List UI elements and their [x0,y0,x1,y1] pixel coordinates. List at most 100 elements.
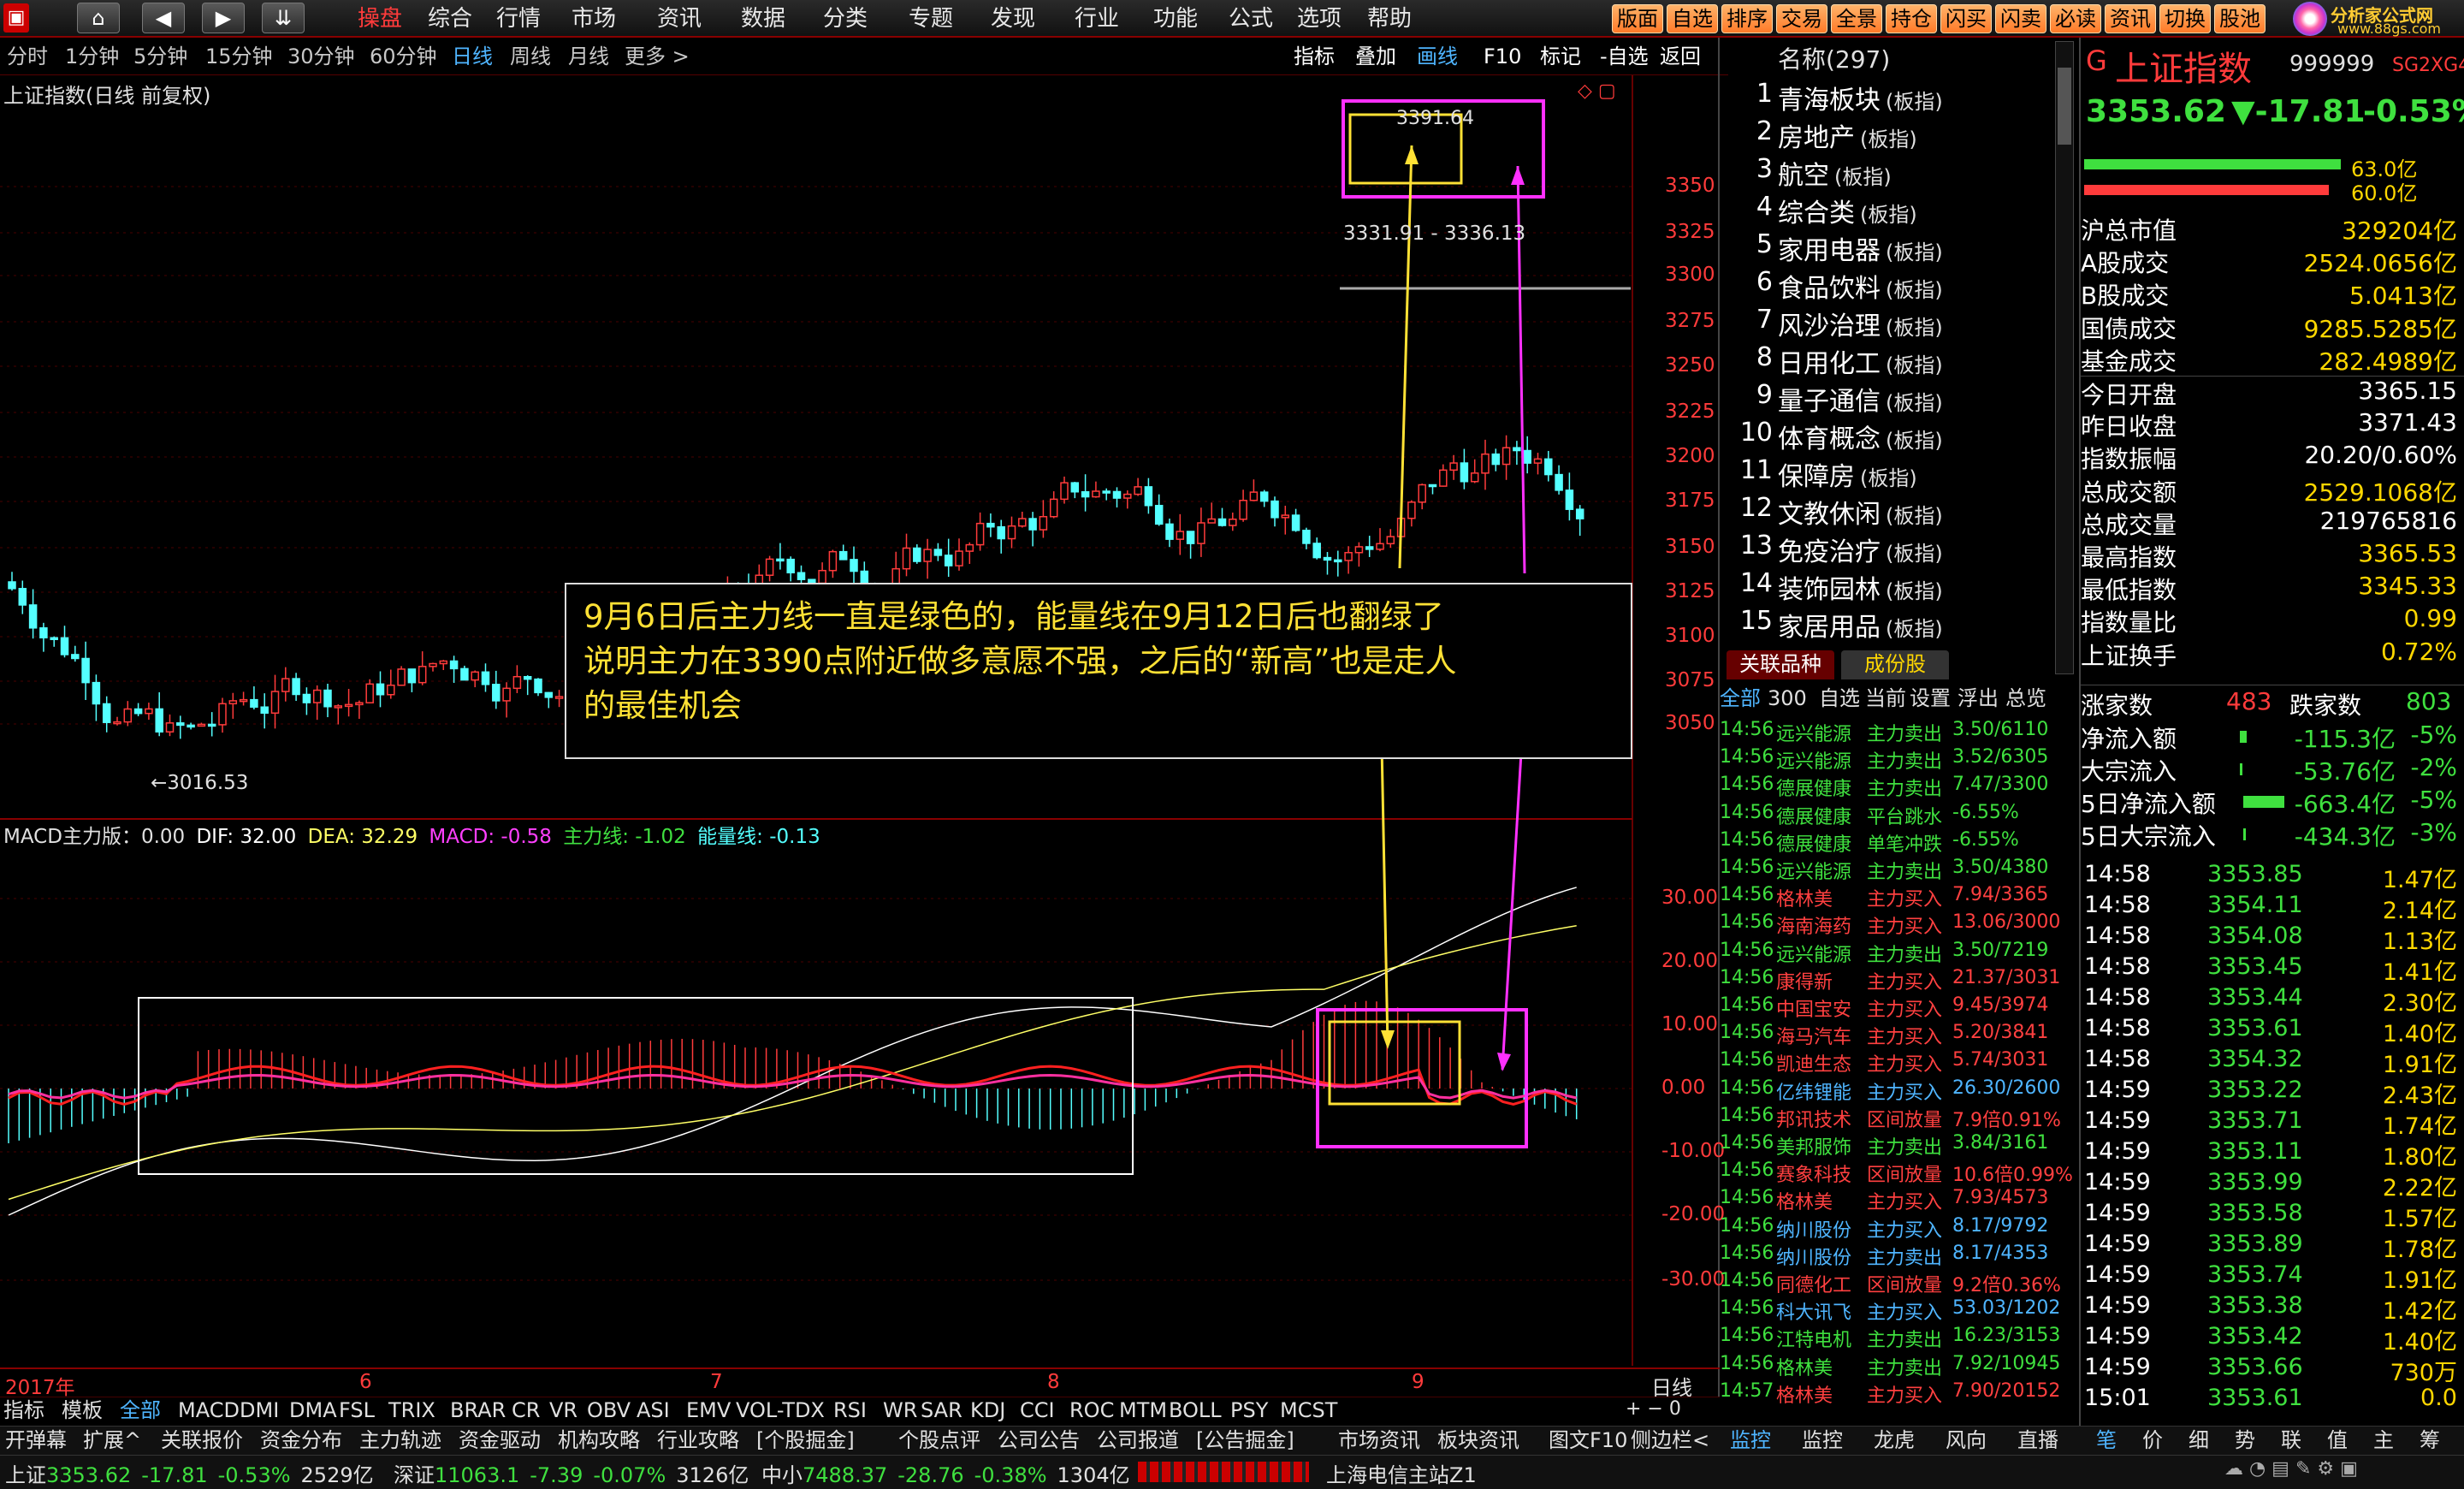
indicator-tab-1[interactable]: 模板 [62,1397,103,1424]
trade-row-3[interactable]: 14:56 德展健康 平台跳水 -6.55% [1720,802,2079,829]
bottom-tab-8[interactable]: [个股掘金] [756,1427,855,1454]
trade-row-10[interactable]: 14:56 中国宝安 主力买入 9.45/3974 [1720,994,2079,1022]
indicator-tab-8[interactable]: BRAR [450,1397,506,1424]
bottom-tab-0[interactable]: 开弹幕 [5,1427,67,1454]
menu-item-0[interactable]: 操盘 [358,2,402,36]
bottom-tab-7[interactable]: 行业攻略 [657,1427,739,1454]
bottom-tab-9[interactable]: 个股点评 [898,1427,980,1454]
forward-icon[interactable]: ▶ [202,3,245,33]
trade-row-2[interactable]: 14:56 德展健康 主力卖出 7.47/3300 [1720,774,2079,801]
bottom-tab-10[interactable]: 公司公告 [998,1427,1080,1454]
period-6[interactable]: 日线 [452,41,493,72]
sector-row-8[interactable]: 9 量子通信 (板指) [1728,380,2053,418]
trade-row-5[interactable]: 14:56 远兴能源 主力卖出 3.50/4380 [1720,857,2079,884]
trade-row-11[interactable]: 14:56 海马汽车 主力买入 5.20/3841 [1720,1022,2079,1049]
trade-row-23[interactable]: 14:56 格林美 主力卖出 7.92/10945 [1720,1353,2079,1380]
indicator-tab-13[interactable]: EMV [686,1397,731,1424]
trade-row-15[interactable]: 14:56 美邦服饰 主力卖出 3.84/3161 [1720,1132,2079,1160]
trade-filter-0[interactable]: 全部 [1720,685,1761,712]
bottom-tab-13[interactable]: 市场资讯 [1338,1427,1420,1454]
side-tab-2[interactable]: 龙虎 [1874,1427,1915,1454]
zoom-controls[interactable]: + − 0 [1626,1398,1681,1420]
side-tab-0[interactable]: 监控 [1730,1427,1771,1454]
func-button-0[interactable]: 版面 [1612,4,1663,33]
status-index-1[interactable]: 深证11063.1 -7.39 -0.07% 3126亿 [394,1458,749,1488]
indicator-tab-19[interactable]: CCI [1020,1397,1055,1424]
indicator-tab-17[interactable]: SAR [921,1397,962,1424]
period-9[interactable]: 更多 > [625,41,690,72]
func-button-9[interactable]: 资讯 [2105,4,2156,33]
trade-row-18[interactable]: 14:56 纳川股份 主力买入 8.17/9792 [1720,1215,2079,1243]
indicator-tab-22[interactable]: BOLL [1169,1397,1222,1424]
back-icon[interactable]: ◀ [142,3,185,33]
trade-filter-3[interactable]: 当前 [1865,685,1906,712]
trade-row-0[interactable]: 14:56 远兴能源 主力卖出 3.50/6110 [1720,719,2079,746]
func-button-5[interactable]: 持仓 [1886,4,1937,33]
indicator-tab-2[interactable]: 全部 [120,1397,161,1424]
bottom-tab-3[interactable]: 资金分布 [260,1427,342,1454]
side-tab2-1[interactable]: 价 [2142,1427,2163,1454]
indicator-tab-15[interactable]: RSI [833,1397,867,1424]
home-icon[interactable]: ⌂ [77,3,120,33]
indicator-tab-4[interactable]: DMI [240,1397,279,1424]
status-index-0[interactable]: 上证3353.62 -17.81 -0.53% 2529亿 [5,1458,374,1488]
trade-row-24[interactable]: 14:57 格林美 主力买入 7.90/20152 [1720,1380,2079,1408]
menu-item-1[interactable]: 综合 [428,2,472,36]
sector-row-9[interactable]: 10 体育概念 (板指) [1728,418,2053,455]
sector-row-4[interactable]: 5 家用电器 (板指) [1728,229,2053,267]
func-button-1[interactable]: 自选 [1667,4,1718,33]
side-tab-4[interactable]: 直播 [2017,1427,2058,1454]
sector-row-14[interactable]: 15 家居用品 (板指) [1728,606,2053,644]
sector-row-2[interactable]: 3 航空 (板指) [1728,154,2053,192]
menu-item-2[interactable]: 行情 [496,2,541,36]
bottom-tab-11[interactable]: 公司报道 [1097,1427,1179,1454]
indicator-tab-5[interactable]: DMA [289,1397,337,1424]
trade-row-12[interactable]: 14:56 凯迪生态 主力买入 5.74/3031 [1720,1049,2079,1077]
trade-filter-6[interactable]: 总览 [2005,685,2046,712]
trade-row-6[interactable]: 14:56 格林美 主力买入 7.94/3365 [1720,884,2079,911]
trade-row-8[interactable]: 14:56 远兴能源 主力卖出 3.50/7219 [1720,940,2079,967]
side-tab2-5[interactable]: 值 [2327,1427,2348,1454]
menu-item-4[interactable]: 资讯 [657,2,702,36]
func-button-8[interactable]: 必读 [2050,4,2101,33]
func-button-2[interactable]: 排序 [1721,4,1773,33]
func-button-4[interactable]: 全景 [1831,4,1882,33]
expand-down-icon[interactable]: ⇊ [262,3,305,33]
menu-item-7[interactable]: 专题 [909,2,953,36]
side-tab2-0[interactable]: 笔 [2096,1427,2117,1454]
side-tab2-3[interactable]: 势 [2235,1427,2255,1454]
period-2[interactable]: 5分钟 [133,41,187,72]
side-tab2-2[interactable]: 细 [2189,1427,2209,1454]
tool-1[interactable]: 叠加 [1355,41,1396,72]
bottom-tab-6[interactable]: 机构攻略 [558,1427,640,1454]
indicator-tab-23[interactable]: PSY [1230,1397,1268,1424]
sector-row-0[interactable]: 1 青海板块 (板指) [1728,79,2053,116]
sector-list-scrollbar[interactable] [2055,41,2074,674]
menu-item-11[interactable]: 公式 [1229,2,1273,36]
trade-row-1[interactable]: 14:56 远兴能源 主力卖出 3.52/6305 [1720,746,2079,774]
sector-tab-0[interactable]: 关联品种 [1727,650,1834,679]
menu-item-5[interactable]: 数据 [741,2,785,36]
tool-0[interactable]: 指标 [1294,41,1335,72]
trade-row-16[interactable]: 14:56 赛象科技 区间放量 10.6倍0.99% [1720,1160,2079,1187]
menu-item-12[interactable]: 选项 [1297,2,1342,36]
scroll-thumb[interactable] [2058,68,2071,145]
sector-row-11[interactable]: 12 文教休闲 (板指) [1728,493,2053,531]
sector-row-5[interactable]: 6 食品饮料 (板指) [1728,267,2053,305]
indicator-tab-16[interactable]: WR [883,1397,917,1424]
period-5[interactable]: 60分钟 [370,41,437,72]
tool-6[interactable]: 返回 [1660,41,1701,72]
trade-row-14[interactable]: 14:56 邦讯技术 区间放量 7.9倍0.91% [1720,1105,2079,1132]
side-tab2-6[interactable]: 主 [2373,1427,2394,1454]
bottom-right-tab-0[interactable]: 图文F10 [1549,1427,1627,1454]
sector-row-12[interactable]: 13 免疫治疗 (板指) [1728,531,2053,568]
sector-tab-1[interactable]: 成份股 [1841,650,1949,679]
trade-row-9[interactable]: 14:56 康得新 主力买入 21.37/3031 [1720,967,2079,994]
menu-item-9[interactable]: 行业 [1075,2,1119,36]
sector-row-7[interactable]: 8 日用化工 (板指) [1728,342,2053,380]
indicator-tab-10[interactable]: VR [549,1397,578,1424]
bottom-tab-4[interactable]: 主力轨迹 [359,1427,441,1454]
sector-row-1[interactable]: 2 房地产 (板指) [1728,116,2053,154]
sector-row-10[interactable]: 11 保障房 (板指) [1728,455,2053,493]
period-3[interactable]: 15分钟 [205,41,273,72]
